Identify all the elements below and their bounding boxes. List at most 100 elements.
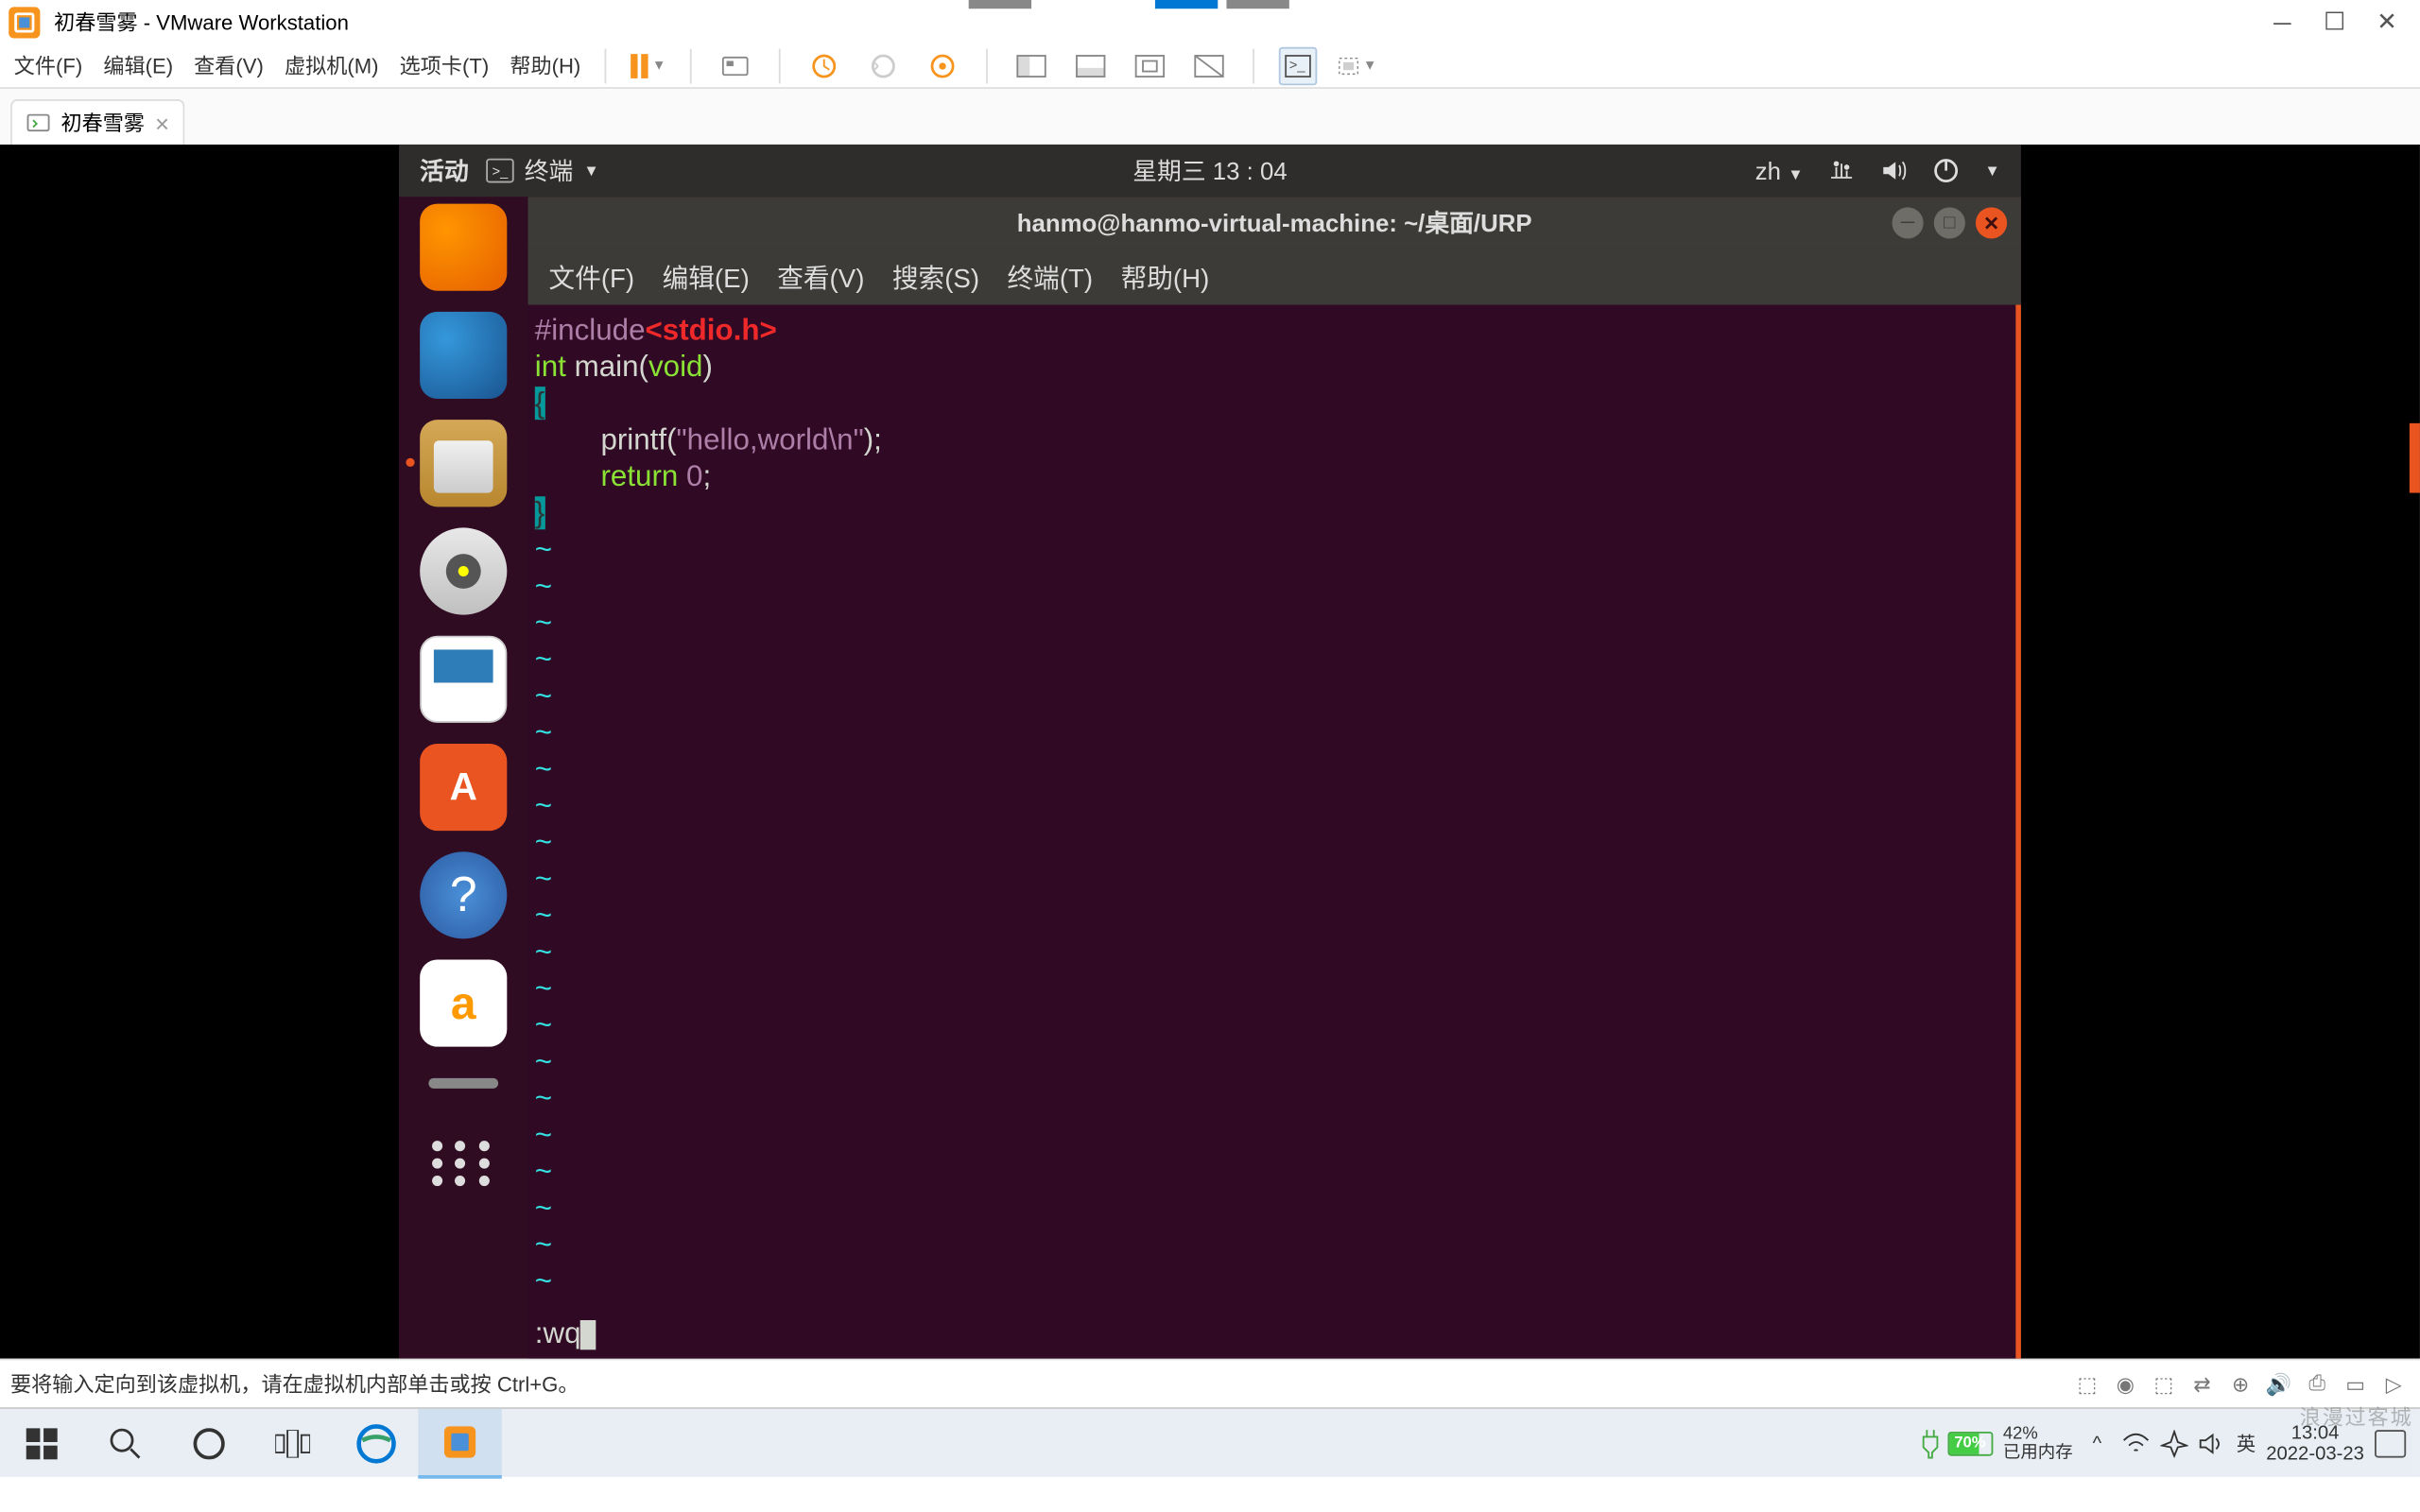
revert-snapshot-icon[interactable]: [865, 46, 904, 85]
close-button[interactable]: ✕: [2377, 11, 2397, 32]
volume-icon[interactable]: [1880, 157, 1908, 184]
datetime-label[interactable]: 星期三 13 : 04: [1132, 153, 1287, 188]
vim-tilde: ~: [535, 787, 2009, 824]
battery-indicator[interactable]: 70%: [1919, 1425, 1992, 1460]
terminal-titlebar[interactable]: hanmo@hanmo-virtual-machine: ~/桌面/URP ─ …: [527, 197, 2020, 249]
send-ctrlaltdel-icon[interactable]: [717, 46, 755, 85]
code-text: );: [864, 423, 882, 456]
wifi-icon[interactable]: [2121, 1429, 2149, 1456]
term-menu-help[interactable]: 帮助(H): [1121, 259, 1210, 296]
menu-file[interactable]: 文件(F): [14, 50, 82, 79]
system-menu-arrow-icon[interactable]: ▼: [1984, 162, 1999, 179]
ime-button[interactable]: 英: [2237, 1429, 2256, 1456]
scrollbar-indicator[interactable]: [2410, 423, 2420, 493]
memory-pct: 42%: [2003, 1424, 2073, 1443]
dock-writer-icon[interactable]: [420, 636, 507, 723]
search-button[interactable]: [83, 1408, 166, 1478]
sound-icon[interactable]: 🔊: [2263, 1368, 2294, 1400]
taskview-button[interactable]: [251, 1408, 334, 1478]
dock-amazon-icon[interactable]: a: [420, 959, 507, 1046]
display-icon[interactable]: ▭: [2340, 1368, 2371, 1400]
terminal-body[interactable]: #include<stdio.h> int main(void) { print…: [527, 305, 2020, 1359]
dock-thunderbird-icon[interactable]: [420, 312, 507, 399]
vm-display-area[interactable]: 活动 >_ 终端 ▼ 星期三 13 : 04 zh ▼ ▼ ?: [0, 145, 2420, 1359]
cortana-button[interactable]: [167, 1408, 251, 1478]
notification-button[interactable]: [2375, 1429, 2406, 1456]
unity-icon[interactable]: [1132, 46, 1170, 85]
vim-tilde: ~: [535, 934, 2009, 971]
vim-tilde: ~: [535, 860, 2009, 897]
vim-tilde: ~: [535, 1263, 2009, 1299]
snapshot-icon[interactable]: [805, 46, 844, 85]
term-menu-terminal[interactable]: 终端(T): [1008, 259, 1094, 296]
code-text: return: [600, 460, 686, 493]
fit-guest-icon[interactable]: [1012, 46, 1051, 85]
code-text: void: [648, 350, 702, 383]
dock-show-apps-icon[interactable]: [420, 1120, 507, 1207]
ubuntu-dock: ? a: [399, 197, 527, 1358]
tray-expand-icon[interactable]: ^: [2083, 1429, 2111, 1456]
vim-tilde: ~: [535, 1043, 2009, 1080]
menu-edit[interactable]: 编辑(E): [103, 50, 173, 79]
maximize-button[interactable]: ☐: [2325, 11, 2345, 32]
terminal-menubar: 文件(F) 编辑(E) 查看(V) 搜索(S) 终端(T) 帮助(H): [527, 249, 2020, 305]
power-icon[interactable]: [1932, 157, 1960, 184]
dock-rhythmbox-icon[interactable]: [420, 527, 507, 614]
code-text: 0: [686, 460, 702, 493]
dock-files-icon[interactable]: [420, 420, 507, 507]
dock-firefox-icon[interactable]: [420, 204, 507, 291]
menu-help[interactable]: 帮助(H): [510, 50, 580, 79]
power-plug-icon: [1919, 1425, 1940, 1460]
vim-tilde: ~: [535, 1006, 2009, 1043]
airplane-icon[interactable]: [2160, 1429, 2187, 1456]
vim-tilde: ~: [535, 678, 2009, 714]
message-icon[interactable]: ▷: [2378, 1368, 2410, 1400]
vmware-menubar: 文件(F) 编辑(E) 查看(V) 虚拟机(M) 选项卡(T) 帮助(H) ▼ …: [0, 43, 2420, 89]
vim-command-line: :wq: [535, 1314, 596, 1351]
code-text: ): [702, 350, 712, 383]
exclusive-icon[interactable]: [1190, 46, 1229, 85]
term-menu-file[interactable]: 文件(F): [549, 259, 635, 296]
menu-tabs[interactable]: 选项卡(T): [400, 50, 490, 79]
pause-vm-button[interactable]: ▼: [631, 53, 666, 77]
vmware-statusbar: 要将输入定向到该虚拟机，请在虚拟机内部单击或按 Ctrl+G。 ⬚ ◉ ⬚ ⇄ …: [0, 1359, 2420, 1408]
menu-view[interactable]: 查看(V): [194, 50, 264, 79]
stretch-icon[interactable]: ▼: [1339, 46, 1377, 85]
network-icon[interactable]: [1827, 157, 1855, 184]
window-title: 初春雪雾 - VMware Workstation: [54, 7, 349, 36]
terminal-maximize-button[interactable]: □: [1934, 207, 1965, 238]
terminal-close-button[interactable]: ✕: [1976, 207, 2007, 238]
vim-tilde: ~: [535, 605, 2009, 642]
tab-close-icon[interactable]: ×: [155, 109, 169, 136]
memory-indicator[interactable]: 42% 已用内存: [2003, 1424, 2073, 1463]
vm-tab[interactable]: 初春雪雾 ×: [10, 99, 185, 145]
code-text: [535, 460, 601, 493]
dock-software-icon[interactable]: [420, 744, 507, 831]
term-menu-search[interactable]: 搜索(S): [892, 259, 979, 296]
usb-icon[interactable]: ⊕: [2225, 1368, 2256, 1400]
hdd-icon[interactable]: ⬚: [2071, 1368, 2102, 1400]
tray-volume-icon[interactable]: [2198, 1429, 2225, 1456]
ime-indicator[interactable]: zh ▼: [1755, 157, 1804, 184]
dock-help-icon[interactable]: ?: [420, 851, 507, 938]
printer-icon[interactable]: ⎙: [2302, 1368, 2333, 1400]
console-view-icon[interactable]: >_: [1279, 46, 1318, 85]
code-text: (: [639, 350, 648, 383]
network-adapter-icon[interactable]: ⇄: [2187, 1368, 2218, 1400]
vmware-taskbar-button[interactable]: [418, 1408, 501, 1478]
minimize-button[interactable]: ─: [2272, 11, 2292, 32]
activities-button[interactable]: 活动: [420, 153, 469, 188]
manage-snapshot-icon[interactable]: [924, 46, 962, 85]
fullscreen-toggle-icon[interactable]: [1072, 46, 1111, 85]
terminal-minimize-button[interactable]: ─: [1892, 207, 1923, 238]
edge-button[interactable]: [335, 1408, 418, 1478]
cd-icon[interactable]: ◉: [2110, 1368, 2141, 1400]
app-indicator[interactable]: >_ 终端 ▼: [486, 153, 599, 188]
vim-tilde: ~: [535, 1226, 2009, 1263]
floppy-icon[interactable]: ⬚: [2148, 1368, 2179, 1400]
start-button[interactable]: [0, 1408, 83, 1478]
term-menu-edit[interactable]: 编辑(E): [663, 259, 750, 296]
code-text: {: [535, 387, 544, 420]
term-menu-view[interactable]: 查看(V): [777, 259, 864, 296]
menu-vm[interactable]: 虚拟机(M): [285, 50, 379, 79]
